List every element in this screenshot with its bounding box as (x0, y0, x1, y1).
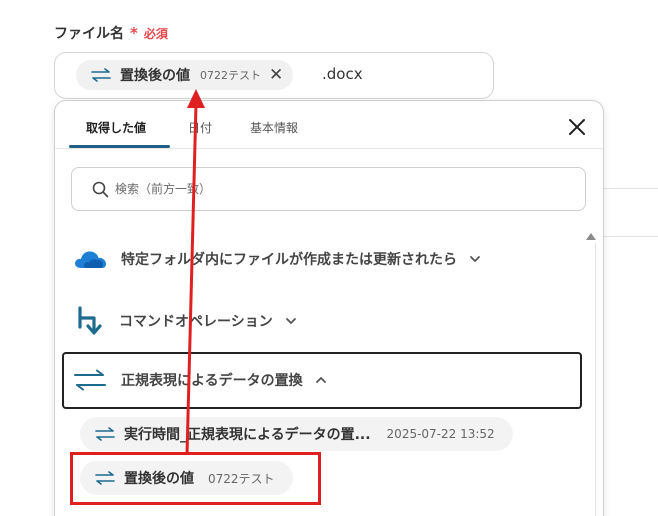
annotation-arrow (185, 89, 205, 456)
